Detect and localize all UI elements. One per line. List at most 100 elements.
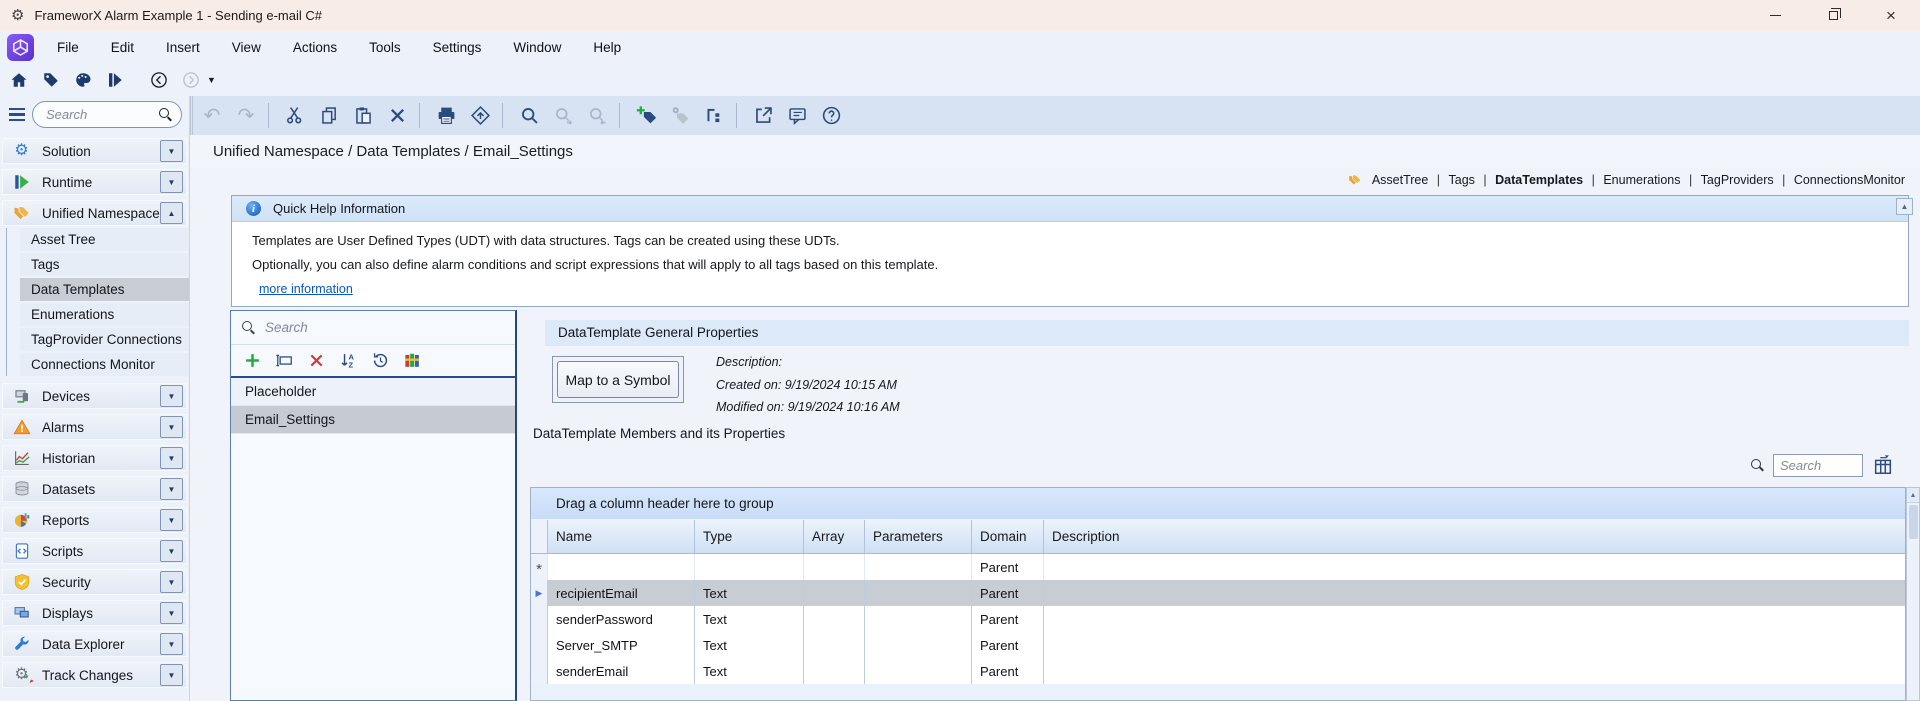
history-dropdown-caret[interactable]: ▼ bbox=[207, 75, 216, 85]
section-dropdown-button[interactable]: ▼ bbox=[160, 171, 183, 193]
cell-description[interactable] bbox=[1044, 658, 1905, 684]
column-header-type[interactable]: Type bbox=[695, 520, 804, 553]
section-dropdown-button[interactable]: ▼ bbox=[160, 140, 183, 162]
cell-parameters[interactable] bbox=[865, 606, 972, 632]
more-information-link[interactable]: more information bbox=[259, 282, 353, 296]
list-item-placeholder[interactable]: Placeholder bbox=[231, 378, 515, 406]
sidebar-section-historian[interactable]: Historian▼ bbox=[2, 445, 187, 471]
new-row-cell-name[interactable] bbox=[548, 554, 695, 580]
new-row-cell-array[interactable] bbox=[804, 554, 865, 580]
new-row-cell-domain[interactable]: Parent bbox=[972, 554, 1044, 580]
sort-az-button[interactable]: AZ bbox=[335, 348, 362, 373]
cell-type[interactable]: Text bbox=[695, 632, 804, 658]
add-tag-button[interactable] bbox=[631, 102, 661, 129]
section-dropdown-button[interactable]: ▼ bbox=[160, 602, 183, 624]
grid-scrollbar[interactable]: ▲ bbox=[1906, 487, 1920, 701]
list-item-email-settings[interactable]: Email_Settings bbox=[231, 406, 515, 434]
grid-search-input[interactable] bbox=[1773, 454, 1863, 477]
cell-type[interactable]: Text bbox=[695, 580, 804, 606]
map-to-symbol-button[interactable]: Map to a Symbol bbox=[557, 361, 679, 398]
sidebar-section-runtime[interactable]: Runtime▼ bbox=[2, 169, 187, 195]
sidebar-section-unified-namespace[interactable]: Unified Namespace▲ bbox=[2, 200, 187, 226]
cut-button[interactable] bbox=[280, 102, 310, 129]
import-button[interactable] bbox=[399, 348, 426, 373]
close-button[interactable]: × bbox=[1862, 0, 1920, 31]
nav-link-tagproviders[interactable]: TagProviders bbox=[1696, 173, 1779, 187]
cell-domain[interactable]: Parent bbox=[972, 606, 1044, 632]
section-dropdown-button[interactable]: ▼ bbox=[160, 571, 183, 593]
sidebar-item-connections-monitor[interactable]: Connections Monitor bbox=[20, 353, 189, 376]
navigate-back-button[interactable] bbox=[146, 69, 172, 91]
cell-parameters[interactable] bbox=[865, 580, 972, 606]
section-dropdown-button[interactable]: ▼ bbox=[160, 447, 183, 469]
sidebar-section-track-changes[interactable]: ⚙Track Changes▼ bbox=[2, 662, 187, 688]
navigate-forward-button[interactable] bbox=[178, 69, 204, 91]
cell-array[interactable] bbox=[804, 580, 865, 606]
redo-button[interactable]: ↷ bbox=[231, 102, 261, 129]
cell-description[interactable] bbox=[1044, 606, 1905, 632]
section-dropdown-button[interactable]: ▼ bbox=[160, 478, 183, 500]
cell-parameters[interactable] bbox=[865, 658, 972, 684]
history-button[interactable] bbox=[367, 348, 394, 373]
sidebar-item-enumerations[interactable]: Enumerations bbox=[20, 303, 189, 326]
cell-description[interactable] bbox=[1044, 580, 1905, 606]
table-row-recipientemail[interactable]: ▶recipientEmailTextParent bbox=[531, 580, 1905, 606]
section-dropdown-button[interactable]: ▼ bbox=[160, 416, 183, 438]
section-dropdown-button[interactable]: ▼ bbox=[160, 385, 183, 407]
sidebar-section-displays[interactable]: Displays▼ bbox=[2, 600, 187, 626]
rename-template-button[interactable] bbox=[271, 348, 298, 373]
column-header-description[interactable]: Description bbox=[1044, 520, 1905, 553]
column-header-domain[interactable]: Domain bbox=[972, 520, 1044, 553]
cell-name[interactable]: senderPassword bbox=[548, 606, 695, 632]
cell-name[interactable]: senderEmail bbox=[548, 658, 695, 684]
menu-item-help[interactable]: Help bbox=[577, 40, 637, 55]
sidebar-section-devices[interactable]: Devices▼ bbox=[2, 383, 187, 409]
new-row-cell-description[interactable] bbox=[1044, 554, 1905, 580]
cell-name[interactable]: recipientEmail bbox=[548, 580, 695, 606]
template-search-input[interactable] bbox=[265, 320, 505, 335]
cell-domain[interactable]: Parent bbox=[972, 632, 1044, 658]
new-row-cell-parameters[interactable] bbox=[865, 554, 972, 580]
delete-button[interactable] bbox=[382, 102, 412, 129]
add-template-button[interactable] bbox=[239, 348, 266, 373]
section-dropdown-button[interactable]: ▼ bbox=[160, 633, 183, 655]
menu-item-window[interactable]: Window bbox=[497, 40, 577, 55]
grid-new-row[interactable]: *Parent bbox=[531, 554, 1905, 580]
nav-link-assettree[interactable]: AssetTree bbox=[1367, 173, 1434, 187]
template-search[interactable] bbox=[231, 311, 515, 345]
tag-button[interactable] bbox=[38, 69, 64, 91]
nav-link-connectionsmonitor[interactable]: ConnectionsMonitor bbox=[1789, 173, 1910, 187]
sidebar-section-datasets[interactable]: Datasets▼ bbox=[2, 476, 187, 502]
nav-link-tags[interactable]: Tags bbox=[1444, 173, 1480, 187]
paste-button[interactable] bbox=[348, 102, 378, 129]
table-row-senderemail[interactable]: senderEmailTextParent bbox=[531, 658, 1905, 684]
paint-palette-button[interactable] bbox=[70, 69, 96, 91]
nav-link-datatemplates[interactable]: DataTemplates bbox=[1490, 173, 1588, 187]
scroll-up-button[interactable]: ▲ bbox=[1896, 198, 1913, 215]
sidebar-section-scripts[interactable]: Scripts▼ bbox=[2, 538, 187, 564]
run-button[interactable] bbox=[102, 69, 128, 91]
menu-item-actions[interactable]: Actions bbox=[277, 40, 353, 55]
open-external-button[interactable] bbox=[748, 102, 778, 129]
cell-array[interactable] bbox=[804, 658, 865, 684]
menu-item-settings[interactable]: Settings bbox=[417, 40, 498, 55]
sidebar-item-tags[interactable]: Tags bbox=[20, 253, 189, 276]
cell-domain[interactable]: Parent bbox=[972, 580, 1044, 606]
publish-button[interactable] bbox=[465, 102, 495, 129]
sidebar-item-data-templates[interactable]: Data Templates bbox=[20, 278, 189, 301]
cell-array[interactable] bbox=[804, 606, 865, 632]
copy-button[interactable] bbox=[314, 102, 344, 129]
restore-button[interactable] bbox=[1804, 0, 1862, 31]
menu-item-tools[interactable]: Tools bbox=[353, 40, 417, 55]
sidebar-section-reports[interactable]: Reports▼ bbox=[2, 507, 187, 533]
menu-item-edit[interactable]: Edit bbox=[95, 40, 150, 55]
cell-parameters[interactable] bbox=[865, 632, 972, 658]
menu-item-view[interactable]: View bbox=[216, 40, 277, 55]
zoom-previous-button[interactable] bbox=[582, 102, 612, 129]
help-button[interactable] bbox=[816, 102, 846, 129]
hamburger-menu-icon[interactable] bbox=[9, 108, 25, 121]
table-row-server-smtp[interactable]: Server_SMTPTextParent bbox=[531, 632, 1905, 658]
tree-view-button[interactable] bbox=[699, 102, 729, 129]
cell-domain[interactable]: Parent bbox=[972, 658, 1044, 684]
sidebar-section-security[interactable]: Security▼ bbox=[2, 569, 187, 595]
